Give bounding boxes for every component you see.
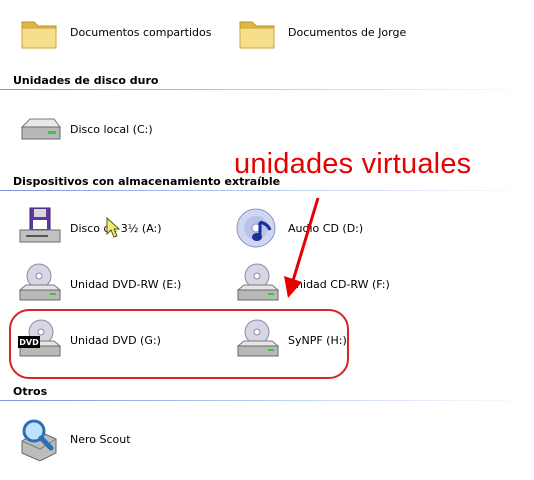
group-divider — [0, 400, 534, 401]
hard-drive-icon — [18, 107, 62, 151]
group-title-other: Otros — [13, 385, 48, 398]
drive-e[interactable]: Unidad DVD-RW (E:) — [18, 262, 181, 306]
mouse-cursor-icon — [106, 217, 120, 238]
drive-c[interactable]: Disco local (C:) — [18, 107, 153, 151]
drive-a[interactable]: Disco de 3½ (A:) — [18, 206, 162, 250]
folder-icon — [236, 10, 280, 54]
item-label: Documentos de Jorge — [288, 25, 407, 39]
folder-documentos-compartidos[interactable]: Documentos compartidos — [18, 10, 212, 54]
virtual-drives-highlight — [9, 309, 349, 379]
item-label: Documentos compartidos — [70, 25, 212, 39]
nero-scout[interactable]: Nero Scout — [18, 417, 131, 461]
folder-documentos-de-jorge[interactable]: Documentos de Jorge — [236, 10, 406, 54]
nero-scout-icon — [18, 417, 62, 461]
group-divider — [0, 190, 534, 191]
folder-icon — [18, 10, 62, 54]
annotation-virtual-drives: unidades virtuales — [234, 148, 472, 180]
cd-drive-icon — [18, 262, 62, 306]
red-arrow-icon — [284, 197, 320, 298]
group-title-hard-drives: Unidades de disco duro — [13, 74, 159, 87]
item-label: Disco local (C:) — [70, 122, 153, 136]
item-label: Unidad DVD-RW (E:) — [70, 277, 182, 291]
group-divider — [0, 89, 534, 90]
floppy-drive-icon — [18, 206, 62, 250]
item-label: Nero Scout — [70, 432, 131, 446]
